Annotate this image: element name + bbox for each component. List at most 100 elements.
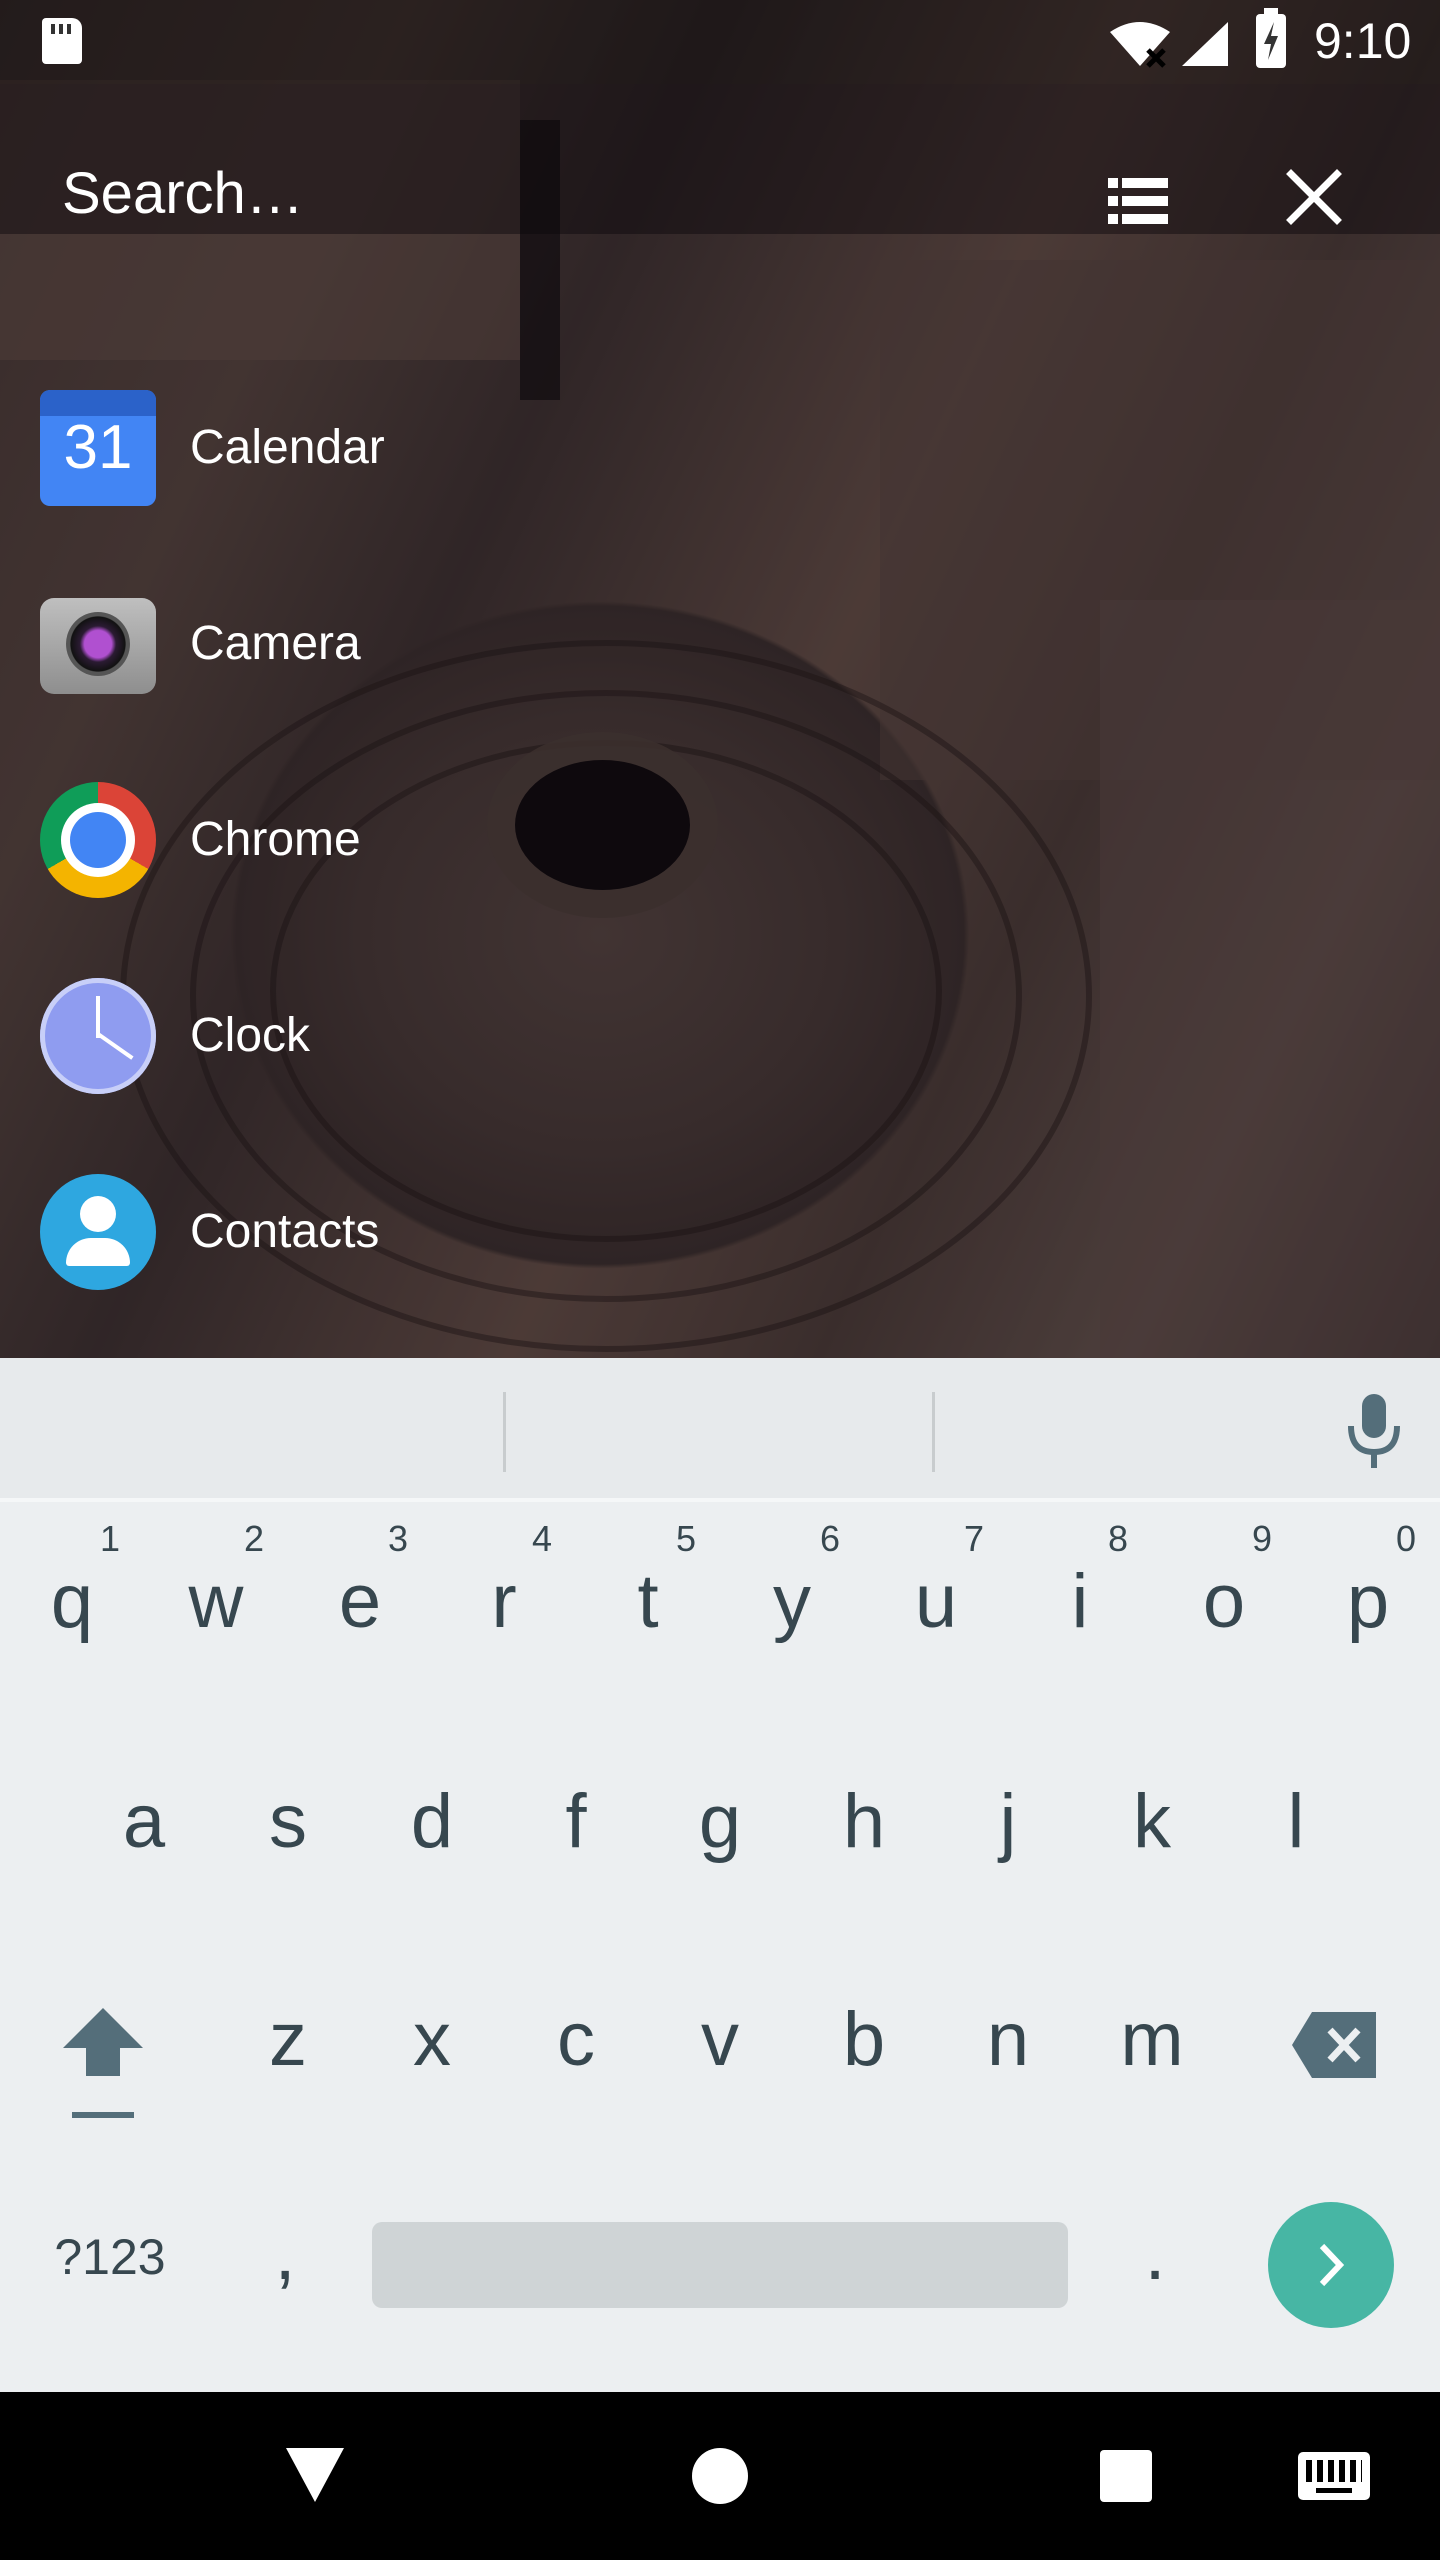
- wifi-icon: [1110, 22, 1170, 68]
- navigation-bar: [0, 2392, 1440, 2560]
- key-number-hint: 9: [1252, 1518, 1273, 1559]
- key-p[interactable]: p0: [1296, 1518, 1440, 1718]
- key-m[interactable]: m: [1080, 1956, 1224, 2156]
- contacts-icon: [40, 1174, 156, 1290]
- app-label: Clock: [190, 1009, 311, 1062]
- key-char: x: [413, 1997, 451, 2082]
- suggestion-divider: [503, 1392, 506, 1472]
- chevron-right-icon: [1319, 2243, 1345, 2287]
- key-e[interactable]: e3: [288, 1518, 432, 1718]
- key-number-hint: 4: [532, 1518, 553, 1559]
- key-char: r: [491, 1559, 517, 1644]
- key-char: m: [1120, 1997, 1184, 2082]
- key-w[interactable]: w2: [144, 1518, 288, 1718]
- battery-charging-icon: [1256, 8, 1286, 68]
- suggestion-divider: [932, 1392, 935, 1472]
- key-n[interactable]: n: [936, 1956, 1080, 2156]
- symbols-key[interactable]: ?123: [30, 2228, 190, 2286]
- app-item-clock[interactable]: Clock: [0, 938, 1440, 1134]
- key-number-hint: 0: [1396, 1518, 1417, 1559]
- key-number-hint: 5: [676, 1518, 697, 1559]
- app-item-calendar[interactable]: 31 Calendar: [0, 350, 1440, 546]
- period-key[interactable]: .: [1110, 2210, 1200, 2297]
- signal-icon: [1182, 22, 1228, 66]
- clock-icon: [40, 978, 156, 1094]
- key-char: c: [557, 1997, 595, 2082]
- key-char: j: [999, 1779, 1017, 1864]
- app-item-chrome[interactable]: Chrome: [0, 742, 1440, 938]
- key-char: l: [1287, 1779, 1305, 1864]
- app-drawer-screen: 9:10 Search… 31 Calendar Camera Chrome C…: [0, 0, 1440, 2560]
- key-char: s: [269, 1779, 307, 1864]
- key-q[interactable]: q1: [0, 1518, 144, 1718]
- key-u[interactable]: u7: [864, 1518, 1008, 1718]
- key-char: i: [1071, 1559, 1089, 1644]
- app-label: Contacts: [190, 1205, 380, 1258]
- key-v[interactable]: v: [648, 1956, 792, 2156]
- backspace-key[interactable]: [1290, 2010, 1380, 2080]
- key-d[interactable]: d: [360, 1738, 504, 1938]
- key-char: b: [842, 1997, 886, 2082]
- go-key[interactable]: [1268, 2202, 1394, 2328]
- app-item-contacts[interactable]: Contacts: [0, 1134, 1440, 1330]
- close-icon[interactable]: [1285, 168, 1343, 226]
- key-char: g: [698, 1779, 742, 1864]
- list-view-icon[interactable]: [1108, 178, 1168, 224]
- keyboard-switch-icon[interactable]: [1298, 2452, 1370, 2500]
- key-a[interactable]: a: [72, 1738, 216, 1938]
- suggestion-strip: [0, 1358, 1440, 1502]
- key-char: d: [410, 1779, 454, 1864]
- sd-card-icon: [42, 18, 82, 64]
- key-char: t: [637, 1559, 659, 1644]
- comma-key[interactable]: ,: [240, 2210, 330, 2297]
- key-number-hint: 1: [100, 1518, 121, 1559]
- key-b[interactable]: b: [792, 1956, 936, 2156]
- key-number-hint: 2: [244, 1518, 265, 1559]
- key-c[interactable]: c: [504, 1956, 648, 2156]
- key-char: e: [338, 1559, 382, 1644]
- key-char: q: [50, 1559, 94, 1644]
- key-char: z: [269, 1997, 307, 2082]
- key-j[interactable]: j: [936, 1738, 1080, 1938]
- key-char: y: [773, 1559, 811, 1644]
- app-label: Calendar: [190, 421, 385, 474]
- back-icon[interactable]: [284, 2446, 346, 2504]
- key-f[interactable]: f: [504, 1738, 648, 1938]
- key-l[interactable]: l: [1224, 1738, 1368, 1938]
- key-h[interactable]: h: [792, 1738, 936, 1938]
- key-i[interactable]: i8: [1008, 1518, 1152, 1718]
- key-char: h: [842, 1779, 886, 1864]
- key-number-hint: 3: [388, 1518, 409, 1559]
- home-icon[interactable]: [692, 2448, 748, 2504]
- key-char: u: [914, 1559, 958, 1644]
- keyboard: q1w2e3r4t5y6u7i8o9p0 asdfghjkl zxcvbnm ?…: [0, 1358, 1440, 2392]
- key-number-hint: 6: [820, 1518, 841, 1559]
- app-item-camera[interactable]: Camera: [0, 546, 1440, 742]
- search-input[interactable]: Search…: [62, 160, 304, 227]
- key-number-hint: 8: [1108, 1518, 1129, 1559]
- key-char: f: [565, 1779, 587, 1864]
- key-char: p: [1346, 1559, 1390, 1644]
- key-char: v: [701, 1997, 739, 2082]
- shift-key[interactable]: [48, 1998, 158, 2128]
- space-key[interactable]: [372, 2222, 1068, 2308]
- key-r[interactable]: r4: [432, 1518, 576, 1718]
- key-z[interactable]: z: [216, 1956, 360, 2156]
- chrome-icon: [40, 782, 156, 898]
- camera-icon: [40, 598, 156, 694]
- key-char: n: [986, 1997, 1030, 2082]
- app-label: Camera: [190, 617, 361, 670]
- status-time: 9:10: [1314, 13, 1412, 69]
- key-char: k: [1133, 1779, 1171, 1864]
- key-k[interactable]: k: [1080, 1738, 1224, 1938]
- key-s[interactable]: s: [216, 1738, 360, 1938]
- key-o[interactable]: o9: [1152, 1518, 1296, 1718]
- recents-icon[interactable]: [1100, 2450, 1152, 2502]
- key-g[interactable]: g: [648, 1738, 792, 1938]
- key-x[interactable]: x: [360, 1956, 504, 2156]
- mic-icon[interactable]: [1345, 1394, 1403, 1470]
- key-y[interactable]: y6: [720, 1518, 864, 1718]
- key-char: w: [188, 1559, 244, 1644]
- key-t[interactable]: t5: [576, 1518, 720, 1718]
- key-char: o: [1202, 1559, 1246, 1644]
